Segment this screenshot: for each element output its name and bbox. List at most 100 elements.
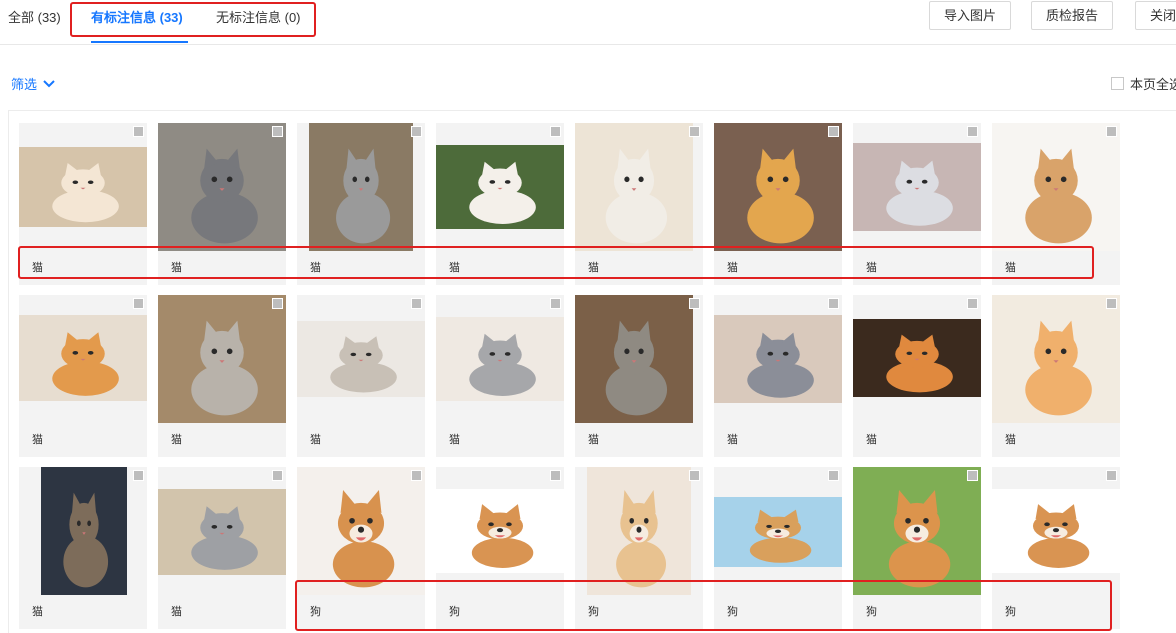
card-select-checkbox[interactable] [550,470,561,481]
cat-image-card[interactable]: 猫 [19,123,147,285]
cat-image-card[interactable]: 猫 [297,295,425,457]
dog-thumbnail [714,497,842,567]
active-tab-indicator [91,41,188,43]
tab-bar: 全部 (33) 有标注信息 (33) 无标注信息 (0) 导入图片 质检报告 关… [0,0,1176,45]
tab-all[interactable]: 全部 (33) [8,7,61,26]
cat-image-card[interactable]: 猫 [575,295,703,457]
card-select-checkbox[interactable] [1106,470,1117,481]
cat-thumbnail [19,147,147,227]
card-select-checkbox[interactable] [828,126,839,137]
card-label: 狗 [310,606,321,618]
card-select-checkbox[interactable] [133,298,144,309]
card-select-checkbox[interactable] [689,470,700,481]
card-select-checkbox[interactable] [272,470,283,481]
card-label: 猫 [866,434,877,446]
card-label: 狗 [727,606,738,618]
card-select-checkbox[interactable] [967,298,978,309]
cat-image-card[interactable]: 猫 [19,467,147,629]
card-select-checkbox[interactable] [689,298,700,309]
card-select-checkbox[interactable] [272,298,283,309]
card-select-checkbox[interactable] [411,470,422,481]
card-label: 猫 [310,434,321,446]
card-label: 猫 [866,262,877,274]
card-label: 狗 [1005,606,1016,618]
quality-report-button[interactable]: 质检报告 [1031,1,1114,30]
cat-thumbnail [853,143,981,231]
card-select-checkbox[interactable] [133,470,144,481]
cat-thumbnail [297,321,425,397]
card-label: 猫 [588,262,599,274]
card-label: 猫 [310,262,321,274]
dog-image-card[interactable]: 狗 [992,467,1120,629]
cat-thumbnail [41,467,127,595]
cat-image-card[interactable]: 猫 [436,295,564,457]
cat-thumbnail [575,295,693,423]
cat-image-card[interactable]: 猫 [992,295,1120,457]
card-select-checkbox[interactable] [550,126,561,137]
dog-image-card[interactable]: 狗 [436,467,564,629]
card-label: 猫 [1005,262,1016,274]
card-label: 猫 [32,262,43,274]
cat-image-card[interactable]: 猫 [714,123,842,285]
card-select-checkbox[interactable] [967,470,978,481]
chevron-down-icon [42,79,56,89]
dog-thumbnail [436,489,564,573]
cat-image-card[interactable]: 猫 [158,123,286,285]
select-page-all[interactable]: 本页全选 [1111,74,1176,93]
dog-thumbnail [297,467,425,595]
cat-image-card[interactable]: 猫 [853,295,981,457]
card-select-checkbox[interactable] [689,126,700,137]
card-label: 猫 [588,434,599,446]
cat-image-card[interactable]: 猫 [19,295,147,457]
dog-image-card[interactable]: 狗 [714,467,842,629]
card-label: 猫 [171,606,182,618]
card-select-checkbox[interactable] [272,126,283,137]
cat-thumbnail [992,295,1120,423]
filter-label: 筛选 [11,77,38,92]
cat-image-card[interactable]: 猫 [992,123,1120,285]
dog-thumbnail [587,467,691,595]
cat-thumbnail [714,315,842,403]
card-label: 猫 [449,262,460,274]
card-select-checkbox[interactable] [411,126,422,137]
card-label: 猫 [32,606,43,618]
cat-image-card[interactable]: 猫 [575,123,703,285]
card-label: 猫 [727,262,738,274]
card-label: 狗 [449,606,460,618]
cat-thumbnail [714,123,842,251]
dog-thumbnail [853,467,981,595]
card-select-checkbox[interactable] [967,126,978,137]
dog-image-card[interactable]: 狗 [853,467,981,629]
cat-image-card[interactable]: 猫 [297,123,425,285]
card-label: 猫 [171,434,182,446]
card-select-checkbox[interactable] [1106,126,1117,137]
card-select-checkbox[interactable] [828,470,839,481]
dog-image-card[interactable]: 狗 [297,467,425,629]
cat-thumbnail [992,123,1120,251]
cat-image-card[interactable]: 猫 [436,123,564,285]
cat-thumbnail [158,489,286,575]
card-label: 狗 [866,606,877,618]
card-select-checkbox[interactable] [1106,298,1117,309]
cat-image-card[interactable]: 猫 [714,295,842,457]
cat-image-card[interactable]: 猫 [853,123,981,285]
card-select-checkbox[interactable] [828,298,839,309]
card-label: 猫 [1005,434,1016,446]
card-select-checkbox[interactable] [411,298,422,309]
cat-thumbnail [853,319,981,397]
cat-thumbnail [19,315,147,401]
cat-thumbnail [309,123,413,251]
select-page-checkbox[interactable] [1111,77,1124,90]
import-images-button[interactable]: 导入图片 [929,1,1012,30]
dog-image-card[interactable]: 狗 [575,467,703,629]
card-select-checkbox[interactable] [133,126,144,137]
cat-image-card[interactable]: 猫 [158,467,286,629]
card-select-checkbox[interactable] [550,298,561,309]
image-grid: 猫猫猫猫猫猫猫猫猫猫猫猫猫猫猫猫猫猫狗狗狗狗狗狗 [8,110,1176,633]
cat-thumbnail [575,123,693,251]
filter-dropdown[interactable]: 筛选 [11,74,56,93]
card-label: 猫 [32,434,43,446]
card-label: 猫 [171,262,182,274]
cat-image-card[interactable]: 猫 [158,295,286,457]
close-button[interactable]: 关闭 [1135,1,1176,30]
